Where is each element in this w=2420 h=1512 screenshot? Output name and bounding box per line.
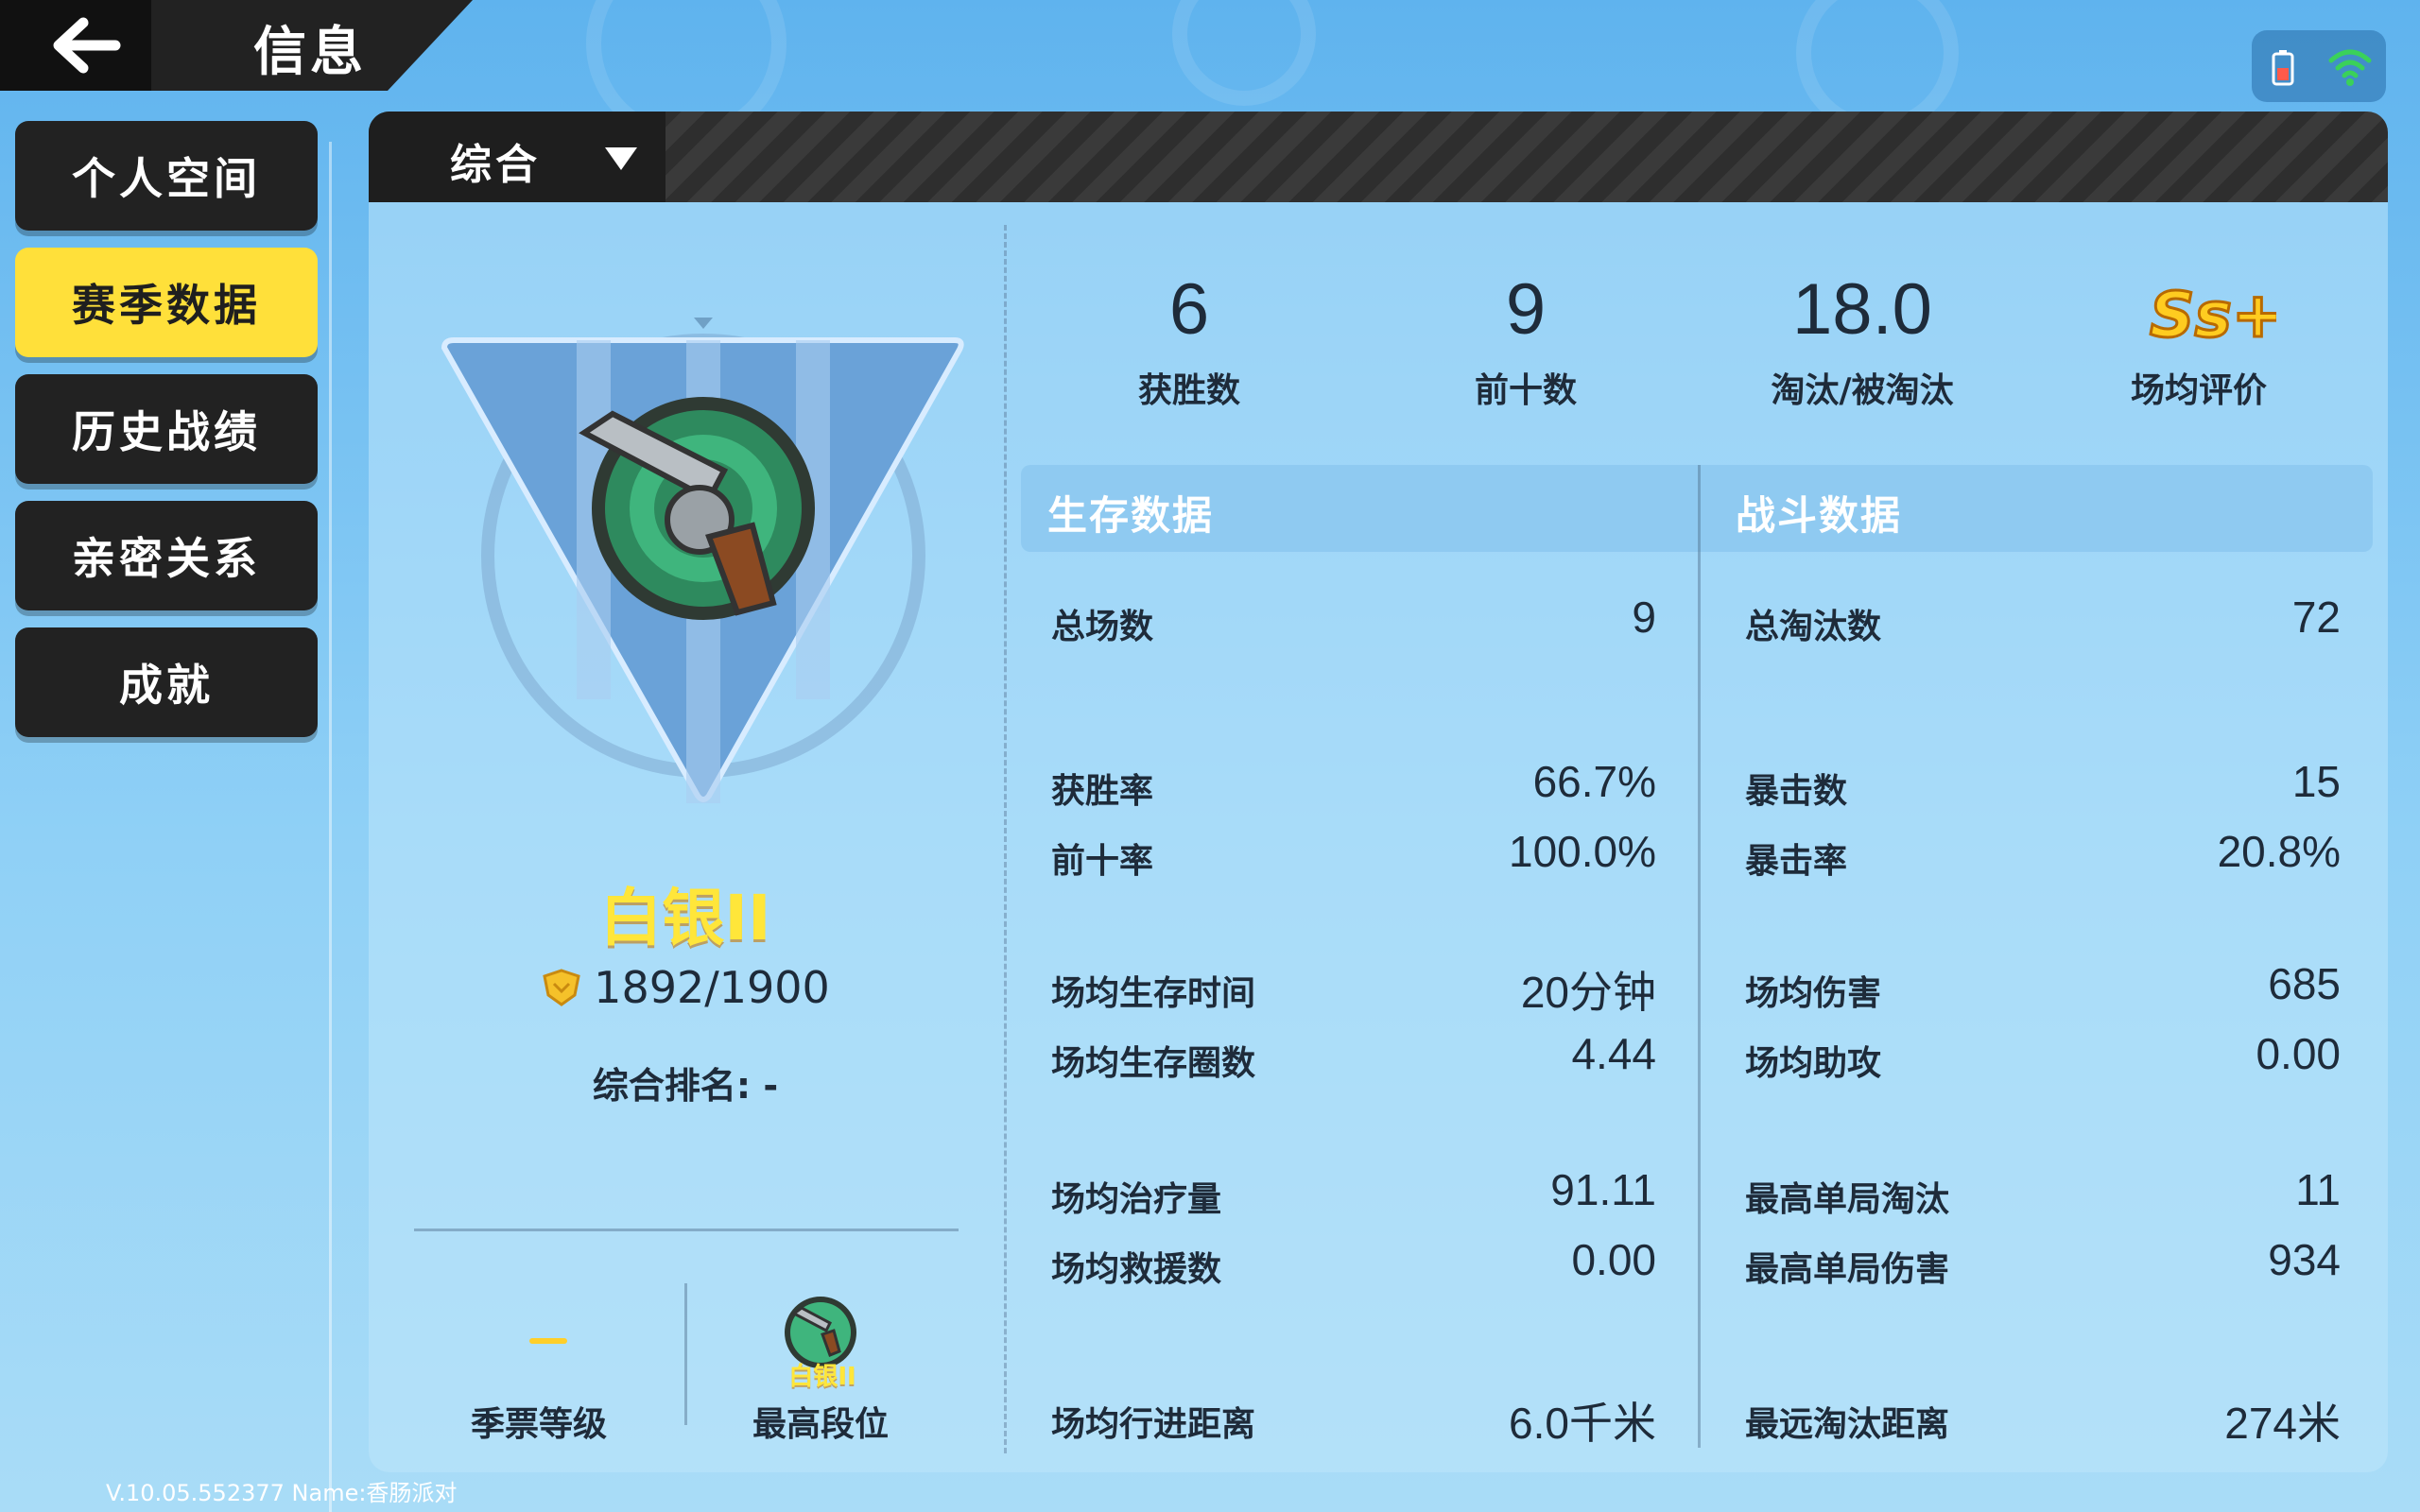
stat-row-avg-damage: 场均伤害 685 xyxy=(1745,959,2341,1013)
sidebar-divider xyxy=(329,142,332,1512)
stat-row-avg-survival-circles: 场均生存圈数 4.44 xyxy=(1051,1029,1656,1083)
stats-table-header: 生存数据 战斗数据 xyxy=(1021,465,2373,552)
sidebar-nav: 个人空间 赛季数据 历史战绩 亲密关系 成就 xyxy=(15,121,318,754)
stat-row-longest-elimination: 最远淘汰距离 274米 xyxy=(1745,1399,2341,1448)
stat-row-total-eliminations: 总淘汰数 72 xyxy=(1745,593,2341,646)
stat-row-avg-healing: 场均治疗量 91.11 xyxy=(1051,1165,1656,1219)
season-pass-level-label: 季票等级 xyxy=(470,1405,607,1444)
wins-label: 获胜数 xyxy=(1137,371,1240,410)
stat-row-avg-rescues: 场均救援数 0.00 xyxy=(1051,1235,1656,1289)
panel-header xyxy=(369,112,2388,202)
avg-rating-label: 场均评价 xyxy=(2130,371,2267,410)
rank-emblem-icon xyxy=(441,318,964,803)
sidebar-item-season-data[interactable]: 赛季数据 xyxy=(15,248,318,357)
summary-kd: 18.0 淘汰/被淘汰 xyxy=(1694,263,2031,412)
summary-stats: 6 获胜数 9 前十数 18.0 淘汰/被淘汰 Ss+ 场均评价 xyxy=(1021,263,2382,414)
overall-ranking: 综合排名: - xyxy=(592,1065,779,1107)
version-label: V.10.05.552377 Name:香肠派对 xyxy=(106,1480,458,1506)
rating-grade-icon: Ss+ xyxy=(2149,278,2277,353)
season-stats-panel: 综合 白银II 1892/1900 综合排名: - - 季票等级 xyxy=(369,112,2388,1472)
season-pass-level-value: - xyxy=(529,1338,567,1344)
summary-wins: 6 获胜数 xyxy=(1021,263,1357,412)
back-arrow-icon[interactable] xyxy=(47,17,123,74)
battery-icon xyxy=(2272,50,2294,86)
stat-row-top10-rate: 前十率 100.0% xyxy=(1051,827,1656,881)
top10-label: 前十数 xyxy=(1474,371,1577,410)
sidebar-item-personal-space[interactable]: 个人空间 xyxy=(15,121,318,231)
survival-data-title: 生存数据 xyxy=(1047,492,1215,539)
stat-row-max-eliminations: 最高单局淘汰 11 xyxy=(1745,1165,2341,1219)
combat-data-title: 战斗数据 xyxy=(1736,492,1903,539)
stat-row-crits: 暴击数 15 xyxy=(1745,757,2341,811)
caret-down-icon xyxy=(605,147,637,170)
sidebar-item-relationships[interactable]: 亲密关系 xyxy=(15,501,318,610)
stat-row-total-matches: 总场数 9 xyxy=(1051,593,1656,646)
rank-points: 1892/1900 xyxy=(594,962,830,1013)
divider xyxy=(1698,465,1701,1448)
divider xyxy=(684,1283,687,1425)
stat-row-win-rate: 获胜率 66.7% xyxy=(1051,757,1656,811)
stat-row-avg-assists: 场均助攻 0.00 xyxy=(1745,1029,2341,1083)
page-title: 信息 xyxy=(253,22,367,83)
rank-name: 白银II xyxy=(599,882,771,954)
sidebar-item-achievements[interactable]: 成就 xyxy=(15,627,318,737)
wins-value: 6 xyxy=(1168,269,1210,350)
stat-row-max-damage: 最高单局伤害 934 xyxy=(1745,1235,2341,1289)
stat-row-crit-rate: 暴击率 20.8% xyxy=(1745,827,2341,881)
summary-top10: 9 前十数 xyxy=(1357,263,1694,412)
summary-avg-rating: Ss+ 场均评价 xyxy=(2031,263,2367,412)
best-rank-label: 最高段位 xyxy=(752,1405,889,1444)
mode-dropdown[interactable]: 综合 xyxy=(369,112,666,202)
best-rank-name: 白银II xyxy=(788,1363,856,1391)
kd-label: 淘汰/被淘汰 xyxy=(1771,371,1954,410)
divider xyxy=(414,1228,959,1231)
rating-grade-text: Ss+ xyxy=(2150,279,2276,352)
sidebar-item-match-history[interactable]: 历史战绩 xyxy=(15,374,318,484)
stat-row-avg-survival-time: 场均生存时间 20分钟 xyxy=(1051,968,1656,1017)
background-decoration xyxy=(1172,0,1316,106)
mode-dropdown-label: 综合 xyxy=(450,141,541,189)
stat-row-avg-travel-distance: 场均行进距离 6.0千米 xyxy=(1051,1399,1656,1448)
status-indicator xyxy=(2252,30,2386,102)
rank-points-row: 1892/1900 xyxy=(369,962,1002,1013)
kd-value: 18.0 xyxy=(1792,269,1932,350)
avg-rating-badge: Ss+ xyxy=(2031,263,2367,357)
top10-value: 9 xyxy=(1505,269,1547,350)
divider xyxy=(1004,225,1007,1453)
wifi-icon xyxy=(2328,49,2372,86)
shield-icon xyxy=(543,969,580,1006)
